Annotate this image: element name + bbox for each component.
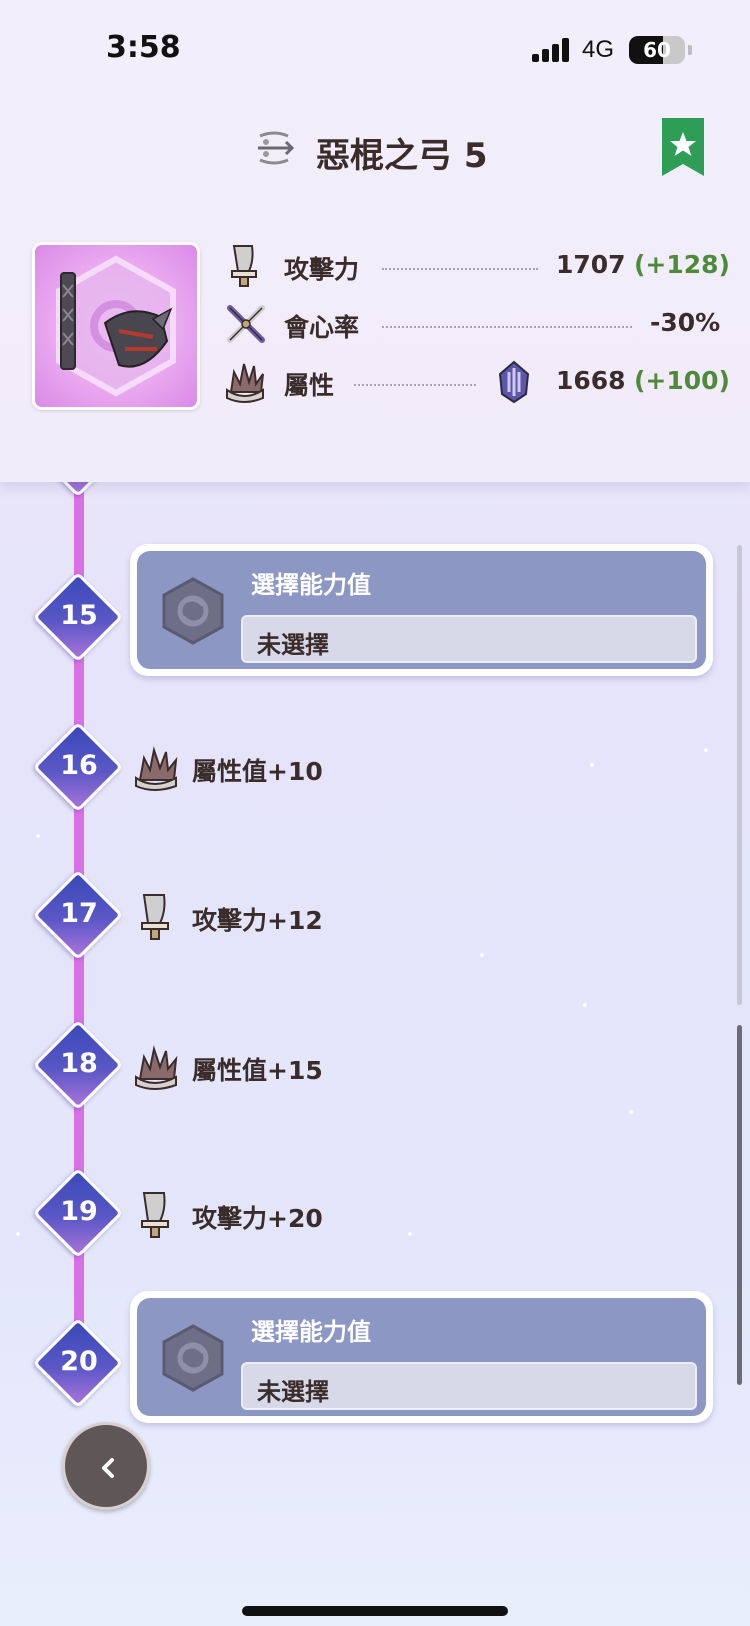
scrollbar-thumb[interactable] [737,1025,742,1385]
scrollbar-track[interactable] [737,545,742,1005]
dotted-leader [354,384,476,386]
network-type: 4G [582,36,615,63]
weapon-illustration [56,255,176,397]
hexagon-placeholder-icon [162,577,224,645]
back-button[interactable] [62,1422,150,1510]
sparkle [590,763,594,767]
stat-value: 1707 [556,250,626,279]
status-bar: 3:58 4G 60 [0,0,750,100]
stat-label: 攻擊力 [284,255,360,284]
page-title: 惡棍之弓 5 [316,136,488,176]
stat-label: 屬性 [284,371,335,400]
reward-text: 屬性值+10 [192,757,323,786]
sparkle [704,748,708,752]
weapon-header: 3:58 4G 60 惡棍之弓 5 攻擊力 1707 (+128) 會心率 -3… [0,0,750,482]
battery-percent: 60 [643,38,671,62]
sparkle [629,1110,633,1114]
dotted-leader [382,268,538,270]
attack-blade-icon [231,245,257,287]
sparkle [480,953,484,957]
sparkle [16,1232,20,1236]
star-bookmark-icon[interactable] [662,118,704,176]
stat-bonus: (+128) [634,250,730,279]
reward-text: 攻擊力+12 [192,906,323,935]
stat-value: -30% [650,308,721,337]
attack-blade-icon [141,1192,169,1238]
stat-affinity: 會心率 -30% [226,302,720,346]
hexagon-placeholder-icon [162,1324,224,1392]
status-time: 3:58 [106,30,181,65]
reward-text: 屬性值+15 [192,1056,323,1085]
choice-value: 未選擇 [257,631,329,659]
stat-element: 屬性 1668 (+100) [226,360,730,404]
stat-value: 1668 [556,366,626,395]
level-number: 20 [60,1346,98,1377]
battery-icon: 60 [629,36,685,64]
level-number: 19 [60,1196,98,1227]
choice-select[interactable]: 未選擇 [241,615,697,663]
choice-value: 未選擇 [257,1378,329,1406]
element-claw-icon [135,1045,178,1090]
thunder-element-icon [498,360,530,404]
chevron-left-icon [102,1458,114,1478]
choice-card[interactable]: 選擇能力值 未選擇 [130,544,713,676]
bow-icon [258,131,294,165]
stat-bonus: (+100) [634,366,730,395]
choice-select[interactable]: 未選擇 [241,1362,697,1410]
level-number: 18 [60,1048,98,1079]
battery-tip [688,45,692,55]
choice-title: 選擇能力值 [251,1318,371,1346]
sparkle [583,1003,587,1007]
element-claw-icon [135,746,178,791]
level-number: 17 [60,898,98,929]
affinity-crossed-icon [227,305,265,343]
element-claw-icon [226,363,264,403]
cellular-signal-icon [532,38,572,62]
weapon-image [32,242,200,410]
dotted-leader [382,326,632,328]
choice-title: 選擇能力值 [251,571,371,599]
reward-text: 攻擊力+20 [192,1204,323,1233]
choice-card[interactable]: 選擇能力值 未選擇 [130,1291,713,1423]
stat-label: 會心率 [284,313,360,342]
stat-attack: 攻擊力 1707 (+128) [226,244,730,288]
level-number: 16 [60,750,98,781]
home-indicator[interactable] [242,1606,508,1616]
sparkle [36,834,40,838]
attack-blade-icon [141,894,169,940]
sparkle [408,1232,412,1236]
level-number: 15 [60,600,98,631]
